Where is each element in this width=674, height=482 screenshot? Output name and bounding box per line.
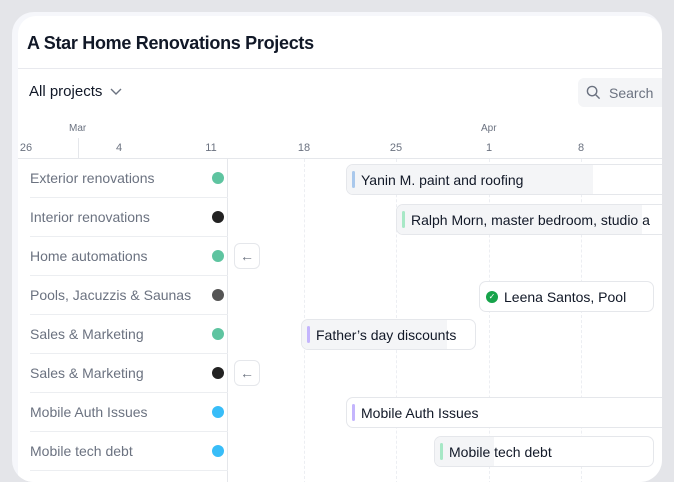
scroll-to-task-button[interactable]: ← — [234, 243, 260, 269]
task-label: Ralph Morn, master bedroom, studio a — [411, 211, 650, 228]
task-bar[interactable]: Mobile tech debt — [434, 436, 654, 467]
day-label: 8 — [577, 142, 585, 154]
day-label: 11 — [205, 142, 217, 154]
project-row[interactable]: Sales & Marketing — [30, 315, 228, 354]
task-bar[interactable]: ✓ Leena Santos, Pool — [479, 281, 654, 312]
avatar — [212, 172, 224, 184]
search-placeholder: Search — [609, 84, 654, 101]
project-filter-dropdown[interactable]: All projects — [29, 83, 122, 100]
day-label: 18 — [297, 142, 311, 154]
filter-label: All projects — [29, 83, 103, 100]
task-label: Yanin M. paint and roofing — [361, 171, 524, 188]
day-label: 1 — [485, 142, 493, 154]
avatar — [212, 445, 224, 457]
app-window: A Star Home Renovations Projects All pro… — [12, 12, 662, 482]
task-label: Mobile Auth Issues — [361, 404, 479, 421]
project-row[interactable]: Mobile tech debt — [30, 432, 228, 471]
color-accent — [352, 171, 355, 188]
project-row[interactable]: Pools, Jacuzzis & Saunas — [30, 276, 228, 315]
avatar — [212, 406, 224, 418]
month-label: Mar — [69, 123, 87, 134]
project-name: Exterior renovations — [30, 170, 155, 186]
color-accent — [307, 326, 310, 343]
day-label: 25 — [389, 142, 403, 154]
project-name: Interior renovations — [30, 209, 150, 225]
project-row[interactable]: Exterior renovations — [30, 159, 228, 198]
search-input[interactable]: Search — [578, 78, 662, 107]
avatar — [212, 211, 224, 223]
project-row[interactable]: Home automations — [30, 237, 228, 276]
project-row[interactable]: Sales & Marketing — [30, 354, 228, 393]
color-accent — [402, 211, 405, 228]
divider — [18, 68, 662, 69]
device-frame: A Star Home Renovations Projects All pro… — [0, 0, 674, 482]
month-divider — [78, 138, 79, 158]
avatar — [212, 367, 224, 379]
task-label: Father’s day discounts — [316, 326, 457, 343]
day-label: 4 — [115, 142, 123, 154]
arrow-left-icon: ← — [240, 365, 254, 381]
scroll-to-task-button[interactable]: ← — [234, 360, 260, 386]
project-name: Home automations — [30, 248, 148, 264]
arrow-left-icon: ← — [240, 248, 254, 264]
project-list: Exterior renovations Interior renovation… — [18, 159, 228, 482]
avatar — [212, 250, 224, 262]
app-content: A Star Home Renovations Projects All pro… — [18, 16, 662, 482]
project-name: Sales & Marketing — [30, 326, 144, 342]
page-title: A Star Home Renovations Projects — [27, 33, 314, 53]
task-bar[interactable]: Mobile Auth Issues — [346, 397, 662, 428]
color-accent — [352, 404, 355, 421]
task-bar[interactable]: Father’s day discounts — [301, 319, 476, 350]
project-name: Pools, Jacuzzis & Saunas — [30, 287, 192, 303]
project-row[interactable]: Interior renovations — [30, 198, 228, 237]
check-circle-icon: ✓ — [486, 290, 498, 303]
avatar — [212, 328, 224, 340]
project-name: Mobile Auth Issues — [30, 404, 148, 420]
project-row[interactable]: Mobile Auth Issues — [30, 393, 228, 432]
month-label: Apr — [481, 123, 497, 134]
task-label: Leena Santos, Pool — [504, 288, 627, 305]
project-name: Mobile tech debt — [30, 443, 133, 459]
day-label: 26 — [19, 142, 33, 154]
task-label: Mobile tech debt — [449, 443, 552, 460]
task-bar[interactable]: Ralph Morn, master bedroom, studio a — [396, 204, 662, 235]
avatar — [212, 289, 224, 301]
color-accent — [440, 443, 443, 460]
project-name: Sales & Marketing — [30, 365, 144, 381]
task-bar[interactable]: Yanin M. paint and roofing — [346, 164, 662, 195]
chevron-down-icon — [110, 88, 122, 95]
search-icon — [586, 85, 601, 100]
